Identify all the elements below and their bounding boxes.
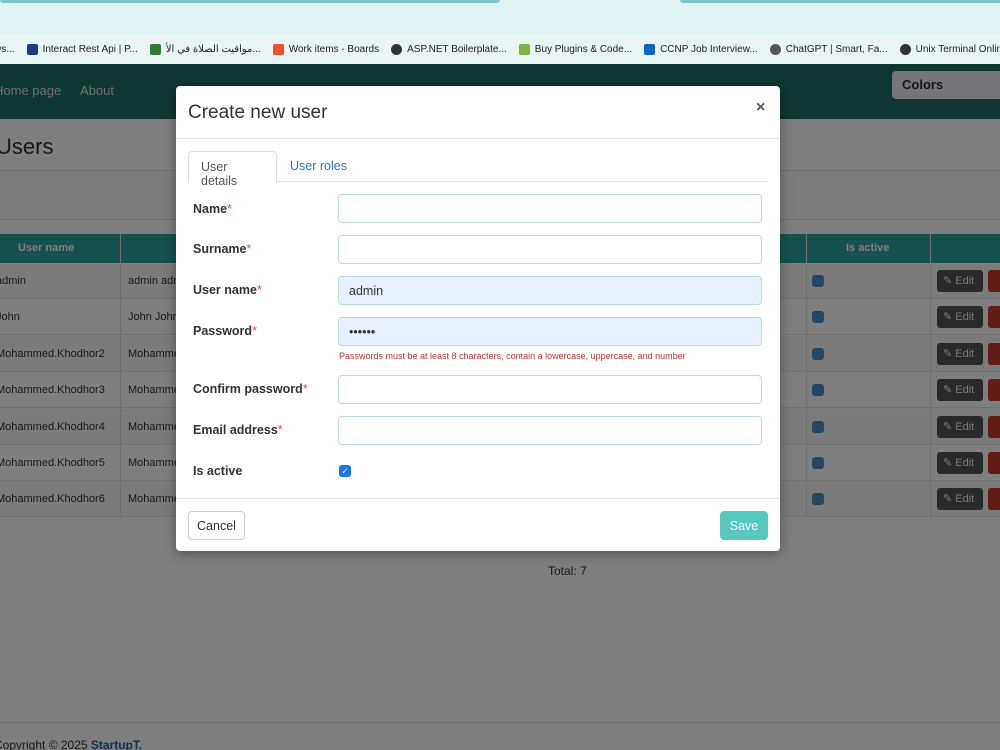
bookmark-label: CCNP Job Interview... xyxy=(660,43,758,55)
create-user-modal: Create new user × User details User role… xyxy=(176,86,780,551)
email-input[interactable] xyxy=(338,416,762,445)
username-label: User name* xyxy=(193,283,262,297)
linkedin-icon xyxy=(644,43,656,55)
cancel-button[interactable]: Cancel xyxy=(188,511,245,540)
browser-tab[interactable] xyxy=(0,0,500,3)
tab-user-details[interactable]: User details xyxy=(188,151,277,188)
bookmark-item[interactable]: مواقيت الصلاة في الأ... xyxy=(149,43,261,55)
bookmark-label: مواقيت الصلاة في الأ... xyxy=(165,43,261,55)
windows-icon xyxy=(272,43,284,55)
is-active-label: Is active xyxy=(193,464,243,478)
surname-label: Surname* xyxy=(193,242,252,256)
close-icon[interactable]: × xyxy=(756,99,765,117)
bookmark-item[interactable]: Unix Terminal Online xyxy=(899,43,1000,55)
bookmark-item[interactable]: ASP.NET Boilerplate... xyxy=(391,43,507,55)
password-input[interactable] xyxy=(338,317,762,346)
save-button[interactable]: Save xyxy=(720,511,768,540)
confirm-password-input[interactable] xyxy=(338,375,762,404)
bookmark-item[interactable]: Work items - Boards xyxy=(272,43,380,55)
bookmark-item[interactable]: Buy Plugins & Code... xyxy=(518,43,633,55)
bookmark-label: Interact Rest Api | P... xyxy=(42,43,138,55)
browser-tab-strip xyxy=(0,0,1000,34)
divider xyxy=(176,138,780,139)
tab-user-roles[interactable]: User roles xyxy=(290,151,359,183)
browser-tab[interactable] xyxy=(680,0,1000,3)
chatgpt-icon xyxy=(769,43,781,55)
email-label: Email address* xyxy=(193,423,283,437)
surname-input[interactable] xyxy=(338,235,762,264)
bookmark-label: ASP.NET Boilerplate... xyxy=(407,43,507,55)
globe-icon xyxy=(391,43,403,55)
bookmark-label: Unix Terminal Online xyxy=(915,43,1000,55)
password-error-text: Passwords must be at least 8 characters,… xyxy=(339,351,686,361)
confirm-password-label: Confirm password* xyxy=(193,382,308,396)
bookmarks-bar: ws... Interact Rest Api | P... مواقيت الصل… xyxy=(0,34,1000,64)
name-label: Name* xyxy=(193,202,232,216)
prayer-icon xyxy=(149,43,161,55)
divider xyxy=(176,498,780,499)
bookmark-label: Buy Plugins & Code... xyxy=(534,43,633,55)
is-active-checkbox[interactable]: ✓ xyxy=(339,465,351,477)
bookmark-item[interactable]: Interact Rest Api | P... xyxy=(26,43,138,55)
username-input[interactable] xyxy=(338,276,762,305)
bookmark-label: ChatGPT | Smart, Fa... xyxy=(785,43,888,55)
bookmark-label: ws... xyxy=(0,43,15,55)
interact-icon xyxy=(26,43,38,55)
leaf-icon xyxy=(518,43,530,55)
modal-tabs: User details User roles xyxy=(188,151,768,188)
bookmark-item[interactable]: ChatGPT | Smart, Fa... xyxy=(769,43,888,55)
password-label: Password* xyxy=(193,324,257,338)
modal-title: Create new user xyxy=(188,102,328,123)
globe-icon xyxy=(899,43,911,55)
name-input[interactable] xyxy=(338,194,762,223)
bookmark-item[interactable]: CCNP Job Interview... xyxy=(644,43,758,55)
bookmark-label: Work items - Boards xyxy=(288,43,380,55)
bookmark-item[interactable]: ws... xyxy=(0,44,15,55)
